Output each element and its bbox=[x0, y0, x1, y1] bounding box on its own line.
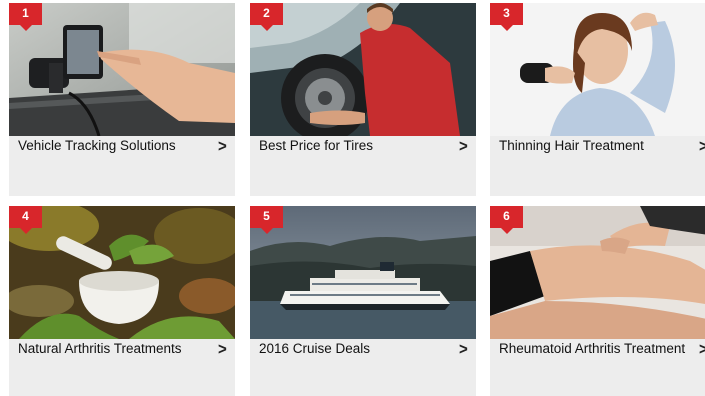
herbs-mortar-photo[interactable] bbox=[9, 206, 235, 339]
rank-badge: 6 bbox=[490, 206, 523, 234]
chevron-right-icon[interactable]: > bbox=[218, 340, 227, 359]
rank-badge: 5 bbox=[250, 206, 283, 234]
rank-badge: 4 bbox=[9, 206, 42, 234]
gps-device-photo[interactable] bbox=[9, 3, 235, 136]
cruise-ship-photo[interactable] bbox=[250, 206, 476, 339]
chevron-right-icon[interactable]: > bbox=[699, 340, 705, 359]
chevron-right-icon[interactable]: > bbox=[699, 137, 705, 156]
tire-mechanic-photo[interactable] bbox=[250, 3, 476, 136]
ad-title[interactable]: 2016 Cruise Deals bbox=[259, 341, 459, 356]
sponsored-grid: 1 Vehicle Tracking Solutions > 2 Best Pr… bbox=[0, 0, 705, 396]
rank-badge: 2 bbox=[250, 3, 283, 31]
chevron-right-icon[interactable]: > bbox=[218, 137, 227, 156]
chevron-right-icon[interactable]: > bbox=[459, 137, 468, 156]
ad-title[interactable]: Best Price for Tires bbox=[259, 138, 459, 153]
rank-badge: 3 bbox=[490, 3, 523, 31]
ad-title[interactable]: Thinning Hair Treatment bbox=[499, 138, 704, 153]
ad-card-tires[interactable]: 2 Best Price for Tires > bbox=[250, 3, 476, 196]
ad-card-vehicle-tracking[interactable]: 1 Vehicle Tracking Solutions > bbox=[9, 3, 235, 196]
rank-badge: 1 bbox=[9, 3, 42, 31]
ad-title[interactable]: Natural Arthritis Treatments bbox=[18, 341, 218, 356]
ad-card-rheumatoid[interactable]: 6 Rheumatoid Arthritis Treatment > bbox=[490, 206, 705, 396]
ad-card-cruise[interactable]: 5 2016 Cruise Deals > bbox=[250, 206, 476, 396]
ad-title[interactable]: Vehicle Tracking Solutions bbox=[18, 138, 218, 153]
ad-card-hair[interactable]: 3 Thinning Hair Treatment > bbox=[490, 3, 705, 196]
ad-title[interactable]: Rheumatoid Arthritis Treatment bbox=[499, 341, 704, 356]
ad-card-arthritis-natural[interactable]: 4 Natural Arthritis Treatments > bbox=[9, 206, 235, 396]
chevron-right-icon[interactable]: > bbox=[459, 340, 468, 359]
